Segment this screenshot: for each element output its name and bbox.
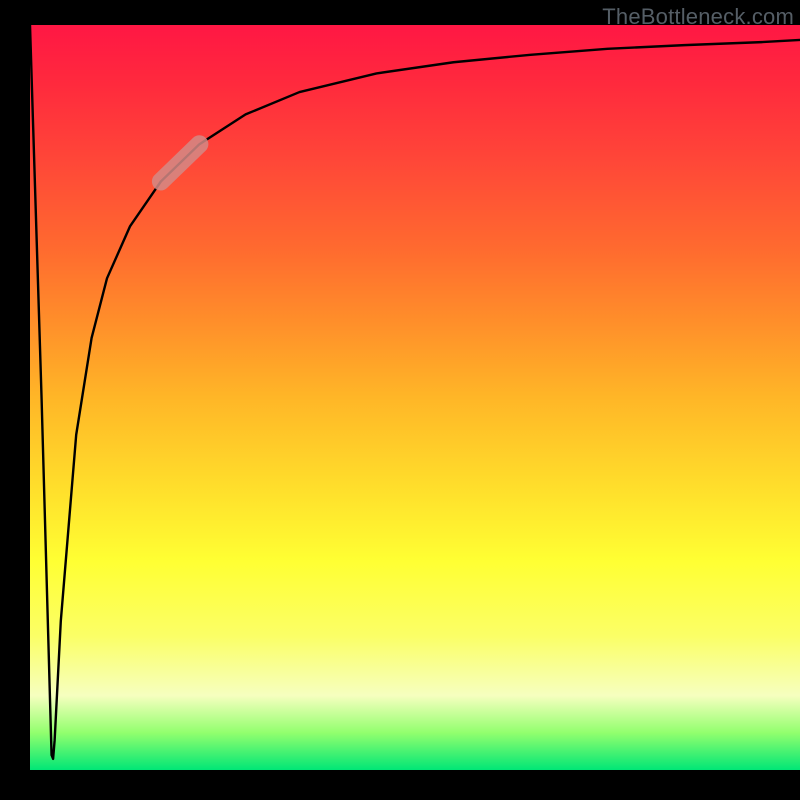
watermark-text: TheBottleneck.com [602,4,794,30]
chart-frame: TheBottleneck.com [0,0,800,800]
curve-layer [30,25,800,770]
curve-highlight-segment [161,144,200,181]
bottleneck-curve [30,25,800,759]
